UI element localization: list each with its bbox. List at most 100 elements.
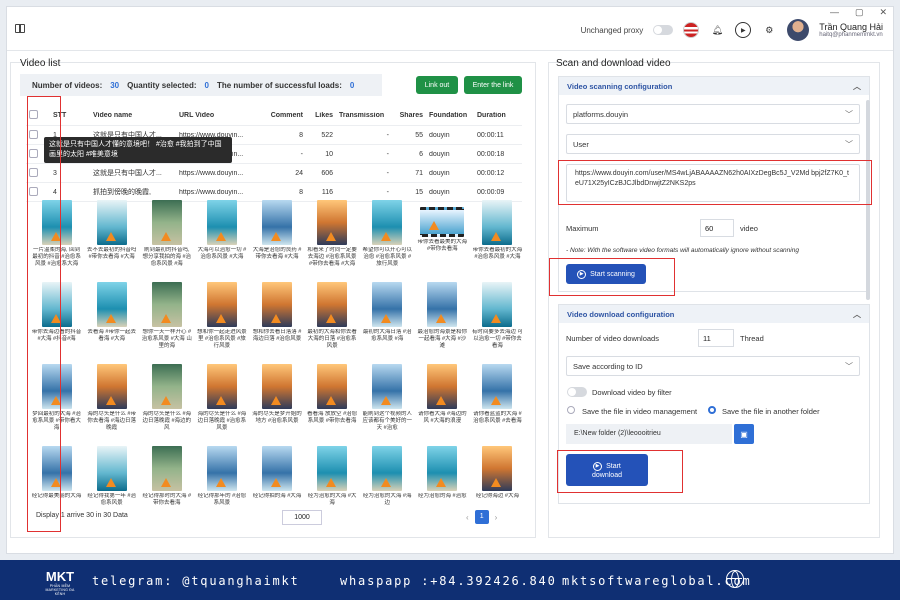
user-email: haitq@phanmemmkt.vn (819, 32, 883, 38)
video-thumbnail[interactable] (372, 364, 403, 409)
type-select[interactable]: User ﹀ (566, 134, 860, 154)
video-thumbnail-card[interactable]: 想和你一起走进风景里 #治愈系风景 #旅行风景 (195, 282, 248, 362)
video-thumbnail[interactable] (206, 282, 237, 327)
video-thumbnail-card[interactable]: 最治愈的海景是和你一起看海 #大海 #沙滩 (416, 282, 469, 362)
page-size-input[interactable]: 1000 (282, 510, 322, 525)
radio-video-management[interactable] (567, 406, 575, 414)
radio-another-folder[interactable] (708, 406, 716, 414)
gear-icon[interactable]: ⚙ (761, 22, 777, 38)
num-downloads-input[interactable]: 11 (698, 329, 734, 347)
video-thumbnail[interactable] (427, 364, 458, 409)
video-thumbnail[interactable] (372, 200, 403, 245)
video-thumbnail-card[interactable]: 海的尽头是梦开始的地方 #治愈系风景 (250, 364, 303, 444)
download-config-header[interactable]: Video download configuration ︿ (559, 305, 869, 323)
video-thumbnail[interactable] (261, 446, 292, 491)
folder-icon[interactable]: ▣ (734, 424, 754, 444)
video-thumbnail[interactable] (261, 200, 292, 245)
video-thumbnail-card[interactable]: 有时间要多去海边 可以治愈一切 #带你去看海 (471, 282, 524, 362)
col-transmission[interactable]: Transmission (336, 112, 392, 119)
enter-link-button[interactable]: Enter the link (464, 76, 522, 94)
table-row[interactable]: 3 这就是只有中国人才... https://www.douyin... 24 606-… (26, 164, 522, 183)
maximum-input[interactable]: 60 (700, 219, 734, 237)
video-thumbnail[interactable] (96, 446, 127, 491)
col-video-name[interactable]: Video name (90, 112, 176, 119)
video-thumbnail-card[interactable]: 去看海 #带你一起去看海 #大海 (85, 282, 138, 362)
video-thumbnail[interactable] (206, 200, 237, 245)
video-thumbnail[interactable] (372, 446, 403, 491)
bell-icon[interactable]: 🔔︎ (709, 22, 725, 38)
save-mode-select[interactable]: Save according to ID ﹀ (566, 356, 860, 376)
col-shares[interactable]: Shares (392, 112, 426, 119)
video-thumbnail-card[interactable]: 经记得那年的 #治愈系风景 (195, 446, 248, 526)
video-thumbnail-card[interactable]: 请你看大海 #海边的风 #大海的浪漫 (416, 364, 469, 444)
video-thumbnail[interactable] (261, 364, 292, 409)
video-thumbnail-card[interactable]: 海的尽头是什么 #海边日落晚霞 #海边的风 (140, 364, 193, 444)
maximize-button[interactable]: ▢ (855, 7, 864, 18)
video-thumbnail[interactable] (151, 446, 182, 491)
video-thumbnail[interactable] (261, 282, 292, 327)
video-thumbnail-card[interactable]: 希望你可以开心可以治愈 #治愈系风景 #旅行风景 (361, 200, 414, 280)
video-thumbnail[interactable] (482, 364, 513, 409)
prev-page-button[interactable]: ‹ (466, 513, 469, 522)
video-thumbnail[interactable] (206, 446, 237, 491)
col-comment[interactable]: Comment (262, 112, 306, 119)
chevron-up-icon[interactable]: ︿ (853, 81, 861, 92)
video-thumbnail[interactable] (96, 200, 127, 245)
video-thumbnail-card[interactable]: 刷到最初的抖音吗, 想分享我拍的海 #治愈系风景 #海 (140, 200, 193, 280)
video-thumbnail[interactable] (151, 364, 182, 409)
col-url[interactable]: URL Video (176, 112, 262, 119)
video-thumbnail-card[interactable]: 请你看蓝蓝的大海 #治愈系风景 #去看海 (471, 364, 524, 444)
video-thumbnail[interactable] (427, 446, 458, 491)
video-thumbnail-card[interactable]: 最初的大海和你去看大海的日落 #治愈系风景 (306, 282, 359, 362)
video-thumbnail-card[interactable]: 海的尽头是什么 #带你去看海 #海边日落晚霞 (85, 364, 138, 444)
video-thumbnail-card[interactable]: 海的尽头是什么 #海边日落晚霞 #治愈系风景 (195, 364, 248, 444)
col-duration[interactable]: Duration (474, 112, 520, 119)
video-thumbnail-card[interactable]: 经记得那时的大海 #带你去看海 (140, 446, 193, 526)
video-thumbnail[interactable] (206, 364, 237, 409)
video-thumbnail[interactable] (482, 446, 513, 491)
link-out-button[interactable]: Link out (416, 76, 458, 94)
play-circle-icon[interactable]: ▶ (735, 22, 752, 38)
video-thumbnail[interactable] (151, 200, 182, 245)
col-foundation[interactable]: Foundation (426, 112, 474, 119)
avatar[interactable] (787, 19, 810, 41)
video-thumbnail-card[interactable]: 想你一天一样开心 #治愈系风景 #大海 山里的海 (140, 282, 193, 362)
video-thumbnail[interactable] (96, 364, 127, 409)
video-thumbnail-card[interactable]: 经为治愈的海 #治愈 (416, 446, 469, 526)
sidebar-toggle-icon[interactable] (15, 24, 25, 33)
folder-path-input[interactable]: E:\New folder (2)\leoooitrieu (566, 424, 732, 444)
proxy-toggle[interactable] (653, 25, 674, 35)
video-thumbnail[interactable] (151, 282, 182, 327)
video-thumbnail[interactable] (427, 282, 458, 327)
col-likes[interactable]: Likes (306, 112, 336, 119)
close-button[interactable]: ✕ (879, 7, 887, 18)
video-thumbnail-card[interactable]: 大海可以治愈一切 #治愈系风景 #大海 (195, 200, 248, 280)
chevron-up-icon[interactable]: ︿ (853, 309, 861, 320)
current-page-button[interactable]: 1 (474, 510, 489, 524)
platform-select[interactable]: platforms.douyin ﹀ (566, 104, 860, 124)
video-thumbnail-card[interactable]: 去不去最初的抖音吗 #带你去看海 #大海 (85, 200, 138, 280)
video-thumbnail-card[interactable]: 带你去看最初的大海 #治愈系风景 #大海 (471, 200, 524, 280)
video-thumbnail-card[interactable]: 带你去看最美的大海 #带你去看海 (416, 200, 469, 280)
video-thumbnail[interactable] (317, 200, 348, 245)
video-thumbnail-card[interactable]: 能刷到这个视频的人应该都有个美好的一天 #治愈 (361, 364, 414, 444)
us-flag-icon[interactable] (683, 22, 700, 38)
video-thumbnail-card[interactable]: 大海是治愈的良药 #带你去看海 #大海 (250, 200, 303, 280)
video-thumbnail-card[interactable]: 经为治愈的大海 #海边 (361, 446, 414, 526)
video-thumbnail[interactable] (317, 364, 348, 409)
video-thumbnail-card[interactable]: 和看来了时同一定要去海边 #治愈系风景 #带你去看海 #大海 (306, 200, 359, 280)
scan-config-header[interactable]: Video scanning configuration ︿ (559, 77, 869, 95)
video-thumbnail[interactable] (482, 200, 513, 245)
filter-toggle[interactable] (567, 387, 587, 397)
video-thumbnail-card[interactable]: 最初的大海日落 #治愈系风景 #海 (361, 282, 414, 362)
video-thumbnail[interactable] (372, 282, 403, 327)
minimize-button[interactable]: — (830, 7, 839, 18)
video-thumbnail-card[interactable]: 想和你去看日落落 #海边日落 #治愈风景 (250, 282, 303, 362)
video-thumbnail[interactable] (317, 446, 348, 491)
video-thumbnail[interactable] (420, 207, 465, 237)
next-page-button[interactable]: › (495, 513, 498, 522)
video-thumbnail-card[interactable]: 看看海 放放空 #治愈系风景 #带你去看海 (306, 364, 359, 444)
video-thumbnail[interactable] (317, 282, 348, 327)
video-thumbnail[interactable] (96, 282, 127, 327)
video-thumbnail[interactable] (482, 282, 513, 327)
